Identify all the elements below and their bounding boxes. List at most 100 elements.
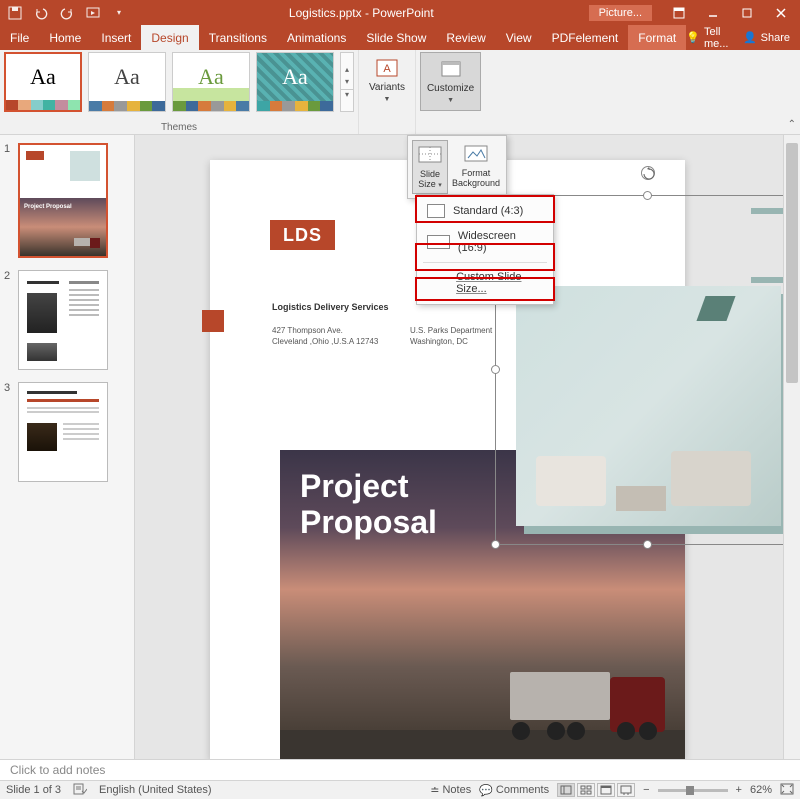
- dept-line: Washington, DC: [410, 336, 492, 347]
- window-title: Logistics.pptx - PowerPoint: [134, 6, 589, 20]
- ribbon-tabs: File Home Insert Design Transitions Anim…: [0, 25, 800, 50]
- collapse-ribbon-button[interactable]: ⌃: [788, 119, 796, 130]
- spellcheck-icon[interactable]: [73, 783, 87, 798]
- tab-format[interactable]: Format: [628, 25, 686, 50]
- variants-button[interactable]: A Variants▼: [363, 52, 411, 109]
- normal-view-button[interactable]: [557, 783, 575, 797]
- share-button[interactable]: 👤 Share: [743, 31, 790, 44]
- ribbon-display-options-icon[interactable]: [664, 2, 694, 24]
- company-subheading: Logistics Delivery Services: [272, 302, 389, 312]
- theme-option-4[interactable]: Aa: [256, 52, 334, 112]
- title-line: Project: [300, 468, 437, 504]
- tell-me-search[interactable]: 💡 Tell me...: [686, 26, 735, 50]
- variants-label: Variants: [369, 82, 405, 93]
- notes-toggle[interactable]: ≐ Notes: [430, 784, 471, 797]
- tab-slide-show[interactable]: Slide Show: [356, 25, 436, 50]
- slide-thumbnail-3[interactable]: [18, 382, 108, 482]
- slideshow-view-button[interactable]: [617, 783, 635, 797]
- thumb-number: 1: [4, 143, 14, 258]
- minimize-button[interactable]: [698, 2, 728, 24]
- slide-size-custom[interactable]: Custom Slide Size...: [417, 265, 553, 301]
- slide-thumbnail-1[interactable]: Project Proposal: [18, 143, 108, 258]
- slide-sorter-view-button[interactable]: [577, 783, 595, 797]
- slide-counter: Slide 1 of 3: [6, 784, 61, 796]
- theme-option-1[interactable]: Aa: [4, 52, 82, 112]
- resize-handle-s[interactable]: [643, 540, 652, 549]
- zoom-out-button[interactable]: −: [643, 784, 649, 796]
- tab-animations[interactable]: Animations: [277, 25, 356, 50]
- tab-view[interactable]: View: [496, 25, 542, 50]
- notes-label: Notes: [442, 784, 471, 796]
- format-background-icon: [462, 142, 490, 166]
- tab-insert[interactable]: Insert: [91, 25, 141, 50]
- standard-label: Standard (4:3): [453, 205, 523, 217]
- comments-toggle[interactable]: 💬 Comments: [479, 784, 549, 797]
- chevron-down-icon: ▾: [438, 182, 442, 189]
- save-icon[interactable]: [8, 6, 22, 20]
- themes-group-label: Themes: [161, 122, 197, 133]
- lds-logo: LDS: [270, 220, 335, 250]
- tab-transitions[interactable]: Transitions: [199, 25, 277, 50]
- slide-size-label: Slide Size: [418, 169, 440, 189]
- vertical-scrollbar[interactable]: [783, 135, 800, 759]
- aspect-4-3-icon: [427, 204, 445, 218]
- start-from-beginning-icon[interactable]: [86, 6, 100, 20]
- variants-icon: A: [375, 56, 399, 80]
- tell-me-label: Tell me...: [704, 26, 735, 50]
- slide-size-standard[interactable]: Standard (4:3): [417, 198, 553, 224]
- customize-dropdown: Slide Size ▾ Format Background: [407, 135, 507, 199]
- lamp-graphic: [696, 296, 735, 321]
- undo-icon[interactable]: [34, 6, 48, 20]
- zoom-slider-knob[interactable]: [686, 786, 694, 795]
- redo-icon[interactable]: [60, 6, 74, 20]
- tab-review[interactable]: Review: [436, 25, 495, 50]
- notes-placeholder: Click to add notes: [10, 763, 105, 777]
- rotate-handle[interactable]: [641, 166, 655, 180]
- theme-aa-label: Aa: [257, 53, 333, 101]
- zoom-in-button[interactable]: +: [736, 784, 742, 796]
- thumb-title: Project Proposal: [24, 204, 72, 211]
- tab-file[interactable]: File: [0, 25, 39, 50]
- decorative-square: [202, 310, 224, 332]
- address-line: 427 Thompson Ave.: [272, 325, 378, 336]
- address-block: 427 Thompson Ave. Cleveland ,Ohio ,U.S.A…: [272, 325, 378, 347]
- qat-more-icon[interactable]: ▾: [112, 6, 126, 20]
- zoom-slider[interactable]: [658, 789, 728, 792]
- variants-group: A Variants▼: [359, 50, 416, 134]
- ribbon: Aa Aa Aa Aa ▴ ▾ ▾ Themes A: [0, 50, 800, 135]
- tab-home[interactable]: Home: [39, 25, 91, 50]
- dept-line: U.S. Parks Department: [410, 325, 492, 336]
- svg-text:A: A: [383, 63, 391, 75]
- customize-label: Customize: [427, 83, 474, 94]
- slide-size-icon: [416, 143, 444, 167]
- slide-thumbnails-panel: 1 Project Proposal 2: [0, 135, 135, 759]
- context-tab-label: Picture...: [589, 5, 652, 21]
- theme-option-2[interactable]: Aa: [88, 52, 166, 112]
- notes-pane[interactable]: Click to add notes: [0, 759, 800, 780]
- reading-view-button[interactable]: [597, 783, 615, 797]
- customize-button[interactable]: Customize▼: [420, 52, 481, 111]
- resize-handle-w[interactable]: [491, 365, 500, 374]
- tab-design[interactable]: Design: [141, 25, 198, 50]
- close-button[interactable]: [766, 2, 796, 24]
- zoom-percentage[interactable]: 62%: [750, 784, 772, 796]
- tab-pdfelement[interactable]: PDFelement: [542, 25, 629, 50]
- maximize-button[interactable]: [732, 2, 762, 24]
- resize-handle-sw[interactable]: [491, 540, 500, 549]
- notes-icon: ≐: [430, 784, 439, 797]
- theme-option-3[interactable]: Aa: [172, 52, 250, 112]
- themes-more-button[interactable]: ▴ ▾ ▾: [340, 52, 354, 112]
- scrollbar-thumb[interactable]: [786, 143, 798, 383]
- format-background-button[interactable]: Format Background: [450, 140, 502, 194]
- slide-size-widescreen[interactable]: Widescreen (16:9): [417, 224, 553, 260]
- slide-thumbnail-2[interactable]: [18, 270, 108, 370]
- quick-access-toolbar: ▾: [0, 6, 134, 20]
- theme-aa-label: Aa: [173, 53, 249, 101]
- address-line: Cleveland ,Ohio ,U.S.A 12743: [272, 336, 378, 347]
- interior-photo: [516, 286, 781, 526]
- resize-handle-n[interactable]: [643, 191, 652, 200]
- menu-separator: [423, 262, 547, 263]
- fit-to-window-button[interactable]: [780, 783, 794, 798]
- language-indicator[interactable]: English (United States): [99, 784, 212, 796]
- slide-size-button[interactable]: Slide Size ▾: [412, 140, 448, 194]
